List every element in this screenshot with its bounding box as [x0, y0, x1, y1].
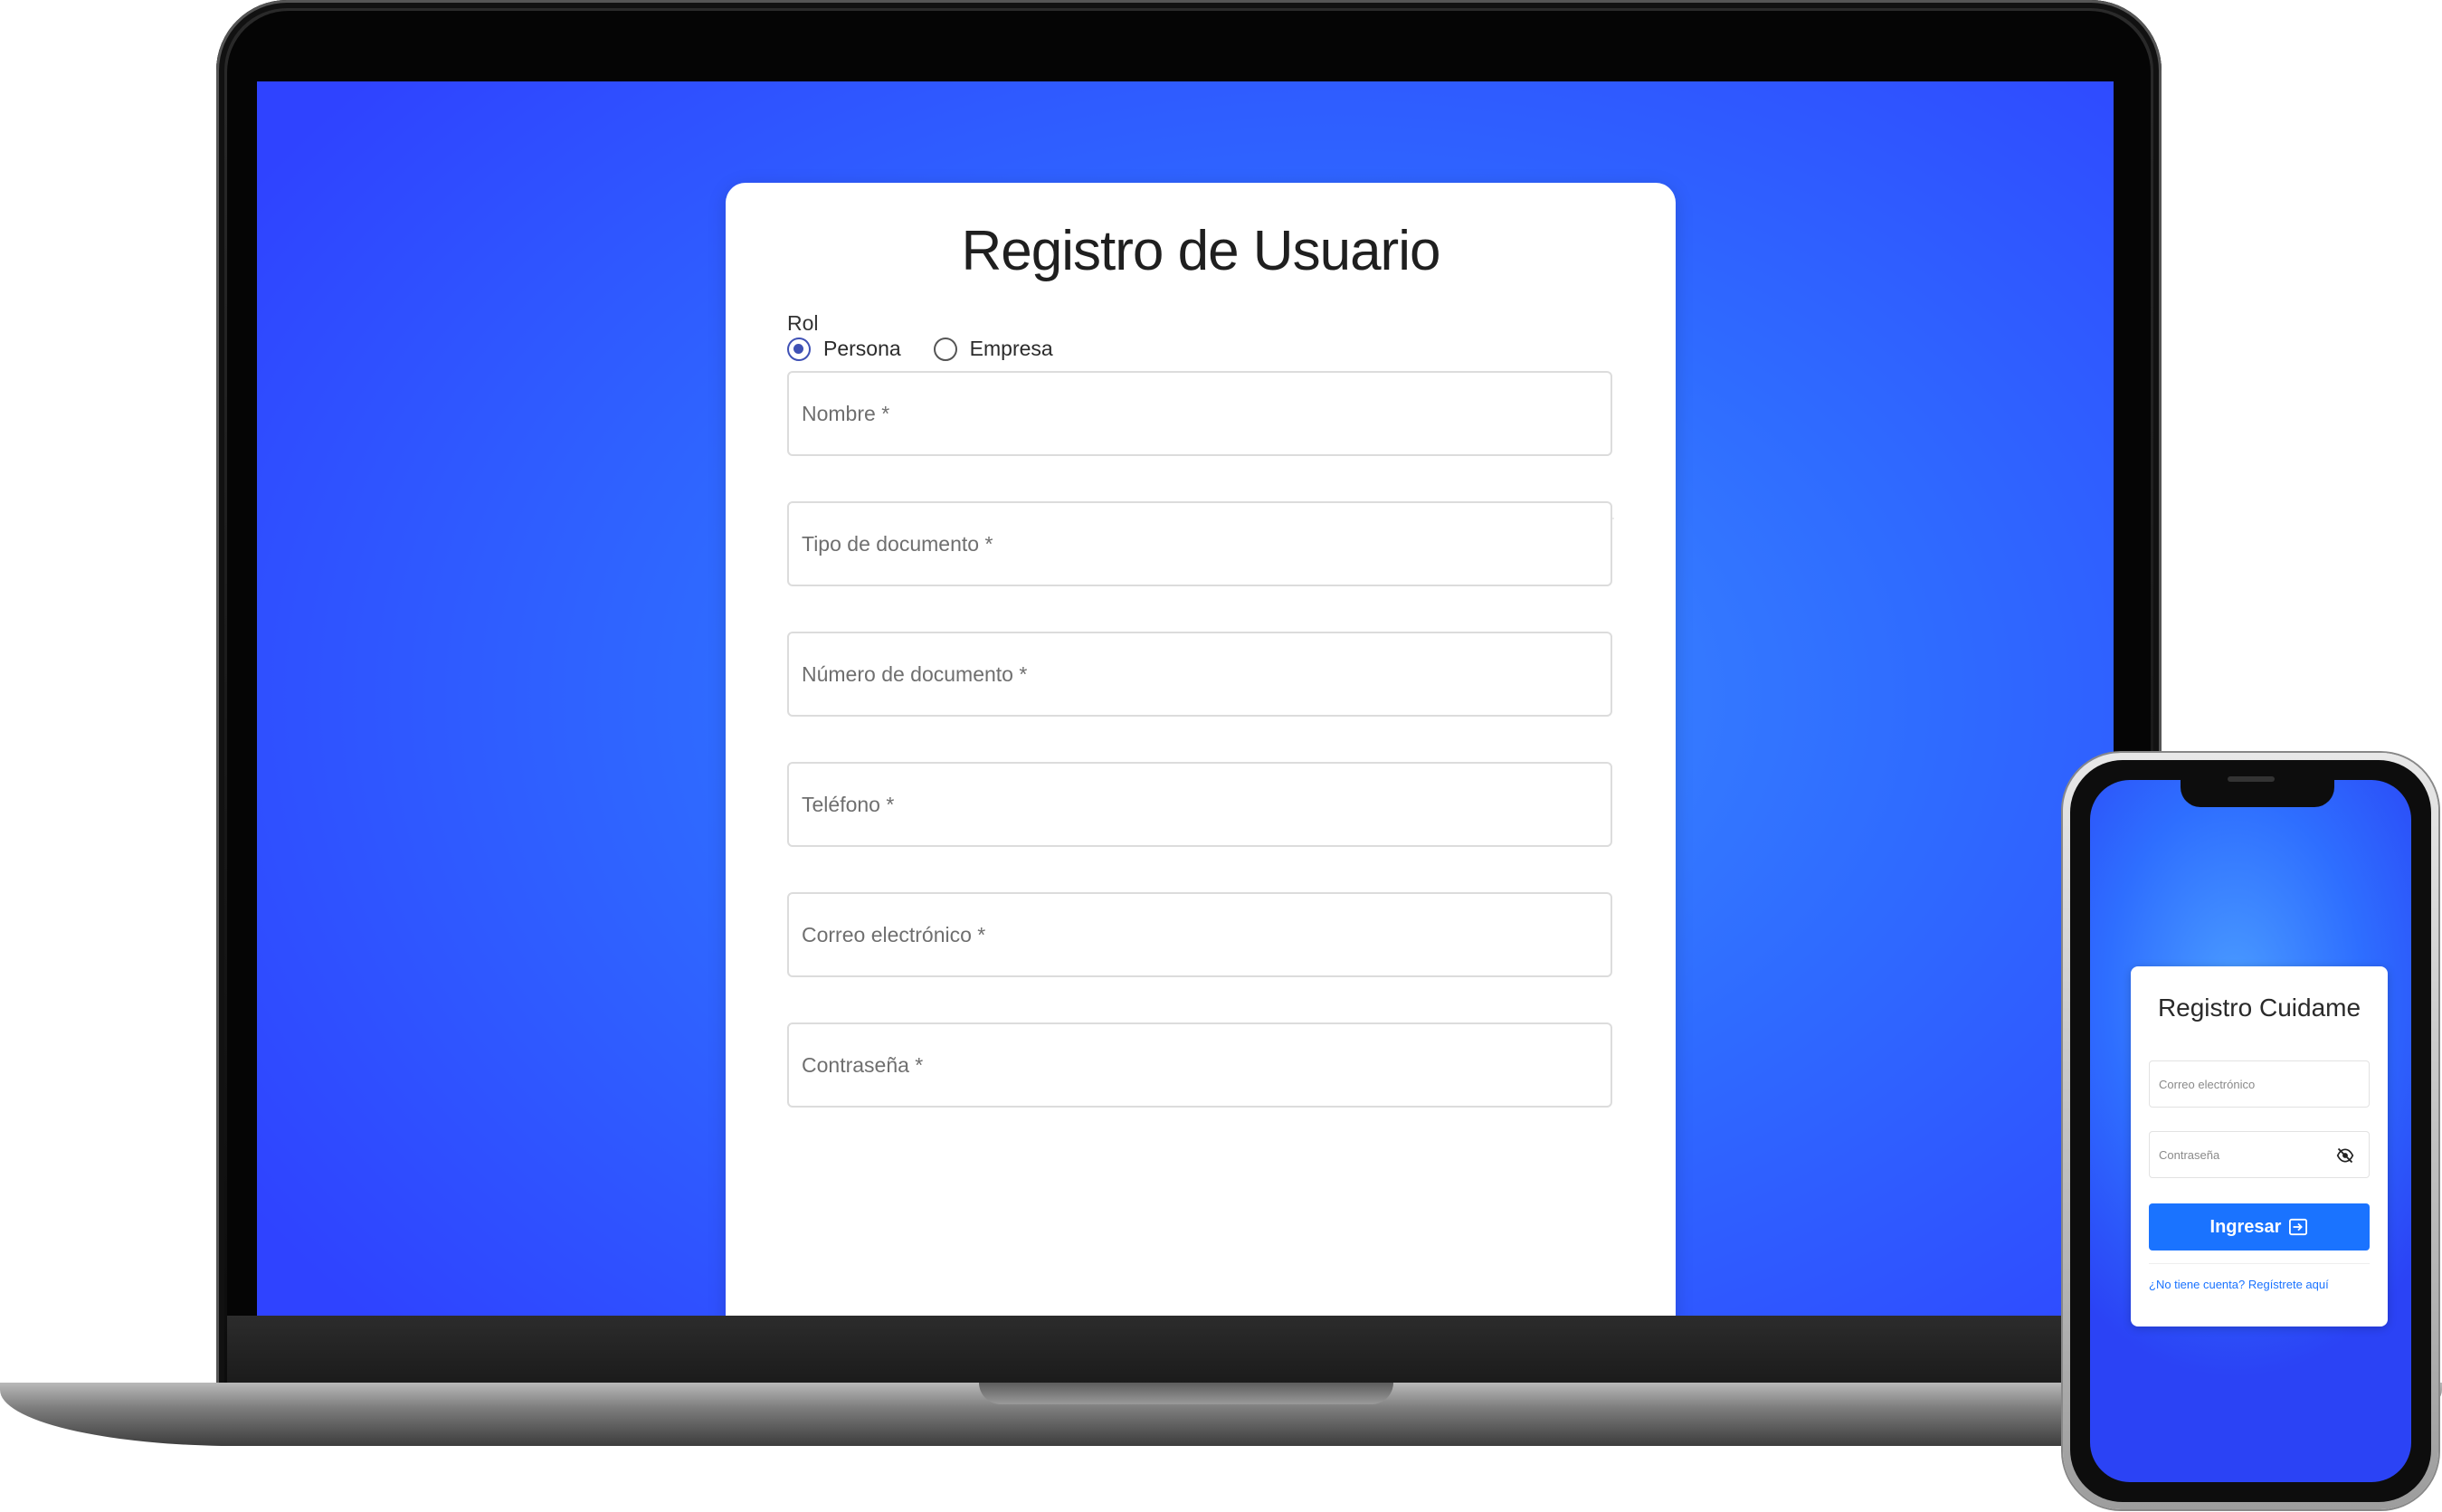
phone-bezel: Registro Cuidame Correo electrónico Cont… [2070, 760, 2431, 1502]
nombre-field[interactable]: Nombre * [787, 371, 1612, 456]
phone-screen: Registro Cuidame Correo electrónico Cont… [2090, 780, 2411, 1482]
telefono-field-label: Teléfono * [802, 793, 895, 816]
radio-persona[interactable] [787, 337, 811, 361]
register-link[interactable]: ¿No tiene cuenta? Regístrete aquí [2149, 1278, 2329, 1291]
registration-card: Registro de Usuario Rol Persona Empresa … [726, 183, 1676, 1316]
phone-speaker [2228, 776, 2275, 782]
email-field[interactable]: Correo electrónico [2149, 1060, 2370, 1108]
numero-documento-field-label: Número de documento * [802, 662, 1028, 686]
radio-empresa-label[interactable]: Empresa [970, 337, 1053, 361]
radio-empresa[interactable] [933, 337, 957, 361]
login-title: Registro Cuidame [2157, 994, 2361, 1022]
laptop-chin [227, 1316, 2151, 1388]
login-button[interactable]: Ingresar [2149, 1203, 2370, 1250]
numero-documento-field[interactable]: Número de documento * [787, 632, 1612, 717]
tipo-documento-field[interactable]: Tipo de documento * [787, 501, 1612, 586]
contrasena-field[interactable]: Contraseña * [787, 1022, 1612, 1108]
correo-field-label: Correo electrónico * [802, 923, 986, 946]
contrasena-field-label: Contraseña * [802, 1053, 924, 1077]
telefono-field[interactable]: Teléfono * [787, 762, 1612, 847]
login-button-label: Ingresar [2209, 1216, 2282, 1237]
login-divider [2149, 1263, 2370, 1264]
mockup-stage: Registro de Usuario Rol Persona Empresa … [0, 0, 2442, 1512]
email-placeholder: Correo electrónico [2159, 1078, 2256, 1091]
password-placeholder: Contraseña [2159, 1148, 2220, 1162]
radio-persona-label[interactable]: Persona [823, 337, 901, 361]
phone-frame: Registro Cuidame Correo electrónico Cont… [2063, 753, 2438, 1509]
password-field[interactable]: Contraseña [2149, 1131, 2370, 1178]
page-title: Registro de Usuario [961, 220, 1441, 282]
laptop-hinge-notch [979, 1383, 1393, 1404]
phone-notch [2181, 780, 2334, 807]
tipo-documento-field-label: Tipo de documento * [802, 532, 993, 556]
eye-off-icon[interactable] [2336, 1146, 2354, 1165]
laptop-screen: Registro de Usuario Rol Persona Empresa … [257, 81, 2114, 1316]
login-card: Registro Cuidame Correo electrónico Cont… [2131, 966, 2388, 1327]
nombre-field-label: Nombre * [802, 402, 890, 425]
rol-label: Rol [787, 311, 819, 335]
login-icon [2289, 1218, 2308, 1236]
rol-radio-group: Persona Empresa [787, 337, 1073, 361]
correo-field[interactable]: Correo electrónico * [787, 892, 1612, 977]
